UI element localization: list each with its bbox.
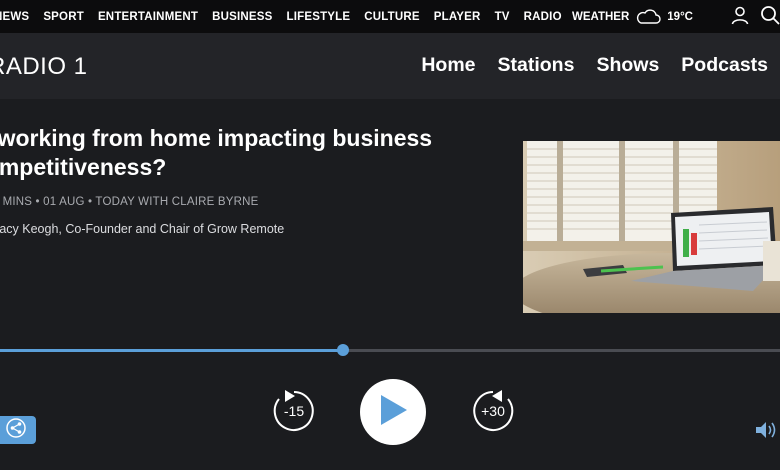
forward-label: +30 <box>481 403 505 419</box>
rewind-button[interactable]: -15 <box>271 388 317 434</box>
episode-guest: Tracy Keogh, Co-Founder and Chair of Gro… <box>0 222 285 236</box>
rewind-label: -15 <box>283 403 305 419</box>
site-header: RADIO 1 Home Stations Shows Podcasts <box>0 33 780 99</box>
nav-shows[interactable]: Shows <box>596 54 659 77</box>
nav-stations[interactable]: Stations <box>498 54 575 77</box>
top-nav-entertainment[interactable]: ENTERTAINMENT <box>98 11 198 23</box>
nav-podcasts[interactable]: Podcasts <box>681 54 768 77</box>
cloud-icon <box>635 8 661 25</box>
progress-handle[interactable] <box>337 344 350 356</box>
top-bar: NEWS SPORT ENTERTAINMENT BUSINESS LIFEST… <box>0 0 780 33</box>
user-icon[interactable] <box>730 5 750 30</box>
top-nav-lifestyle[interactable]: LIFESTYLE <box>286 11 350 23</box>
search-icon[interactable] <box>760 5 780 30</box>
laptop-on-table-image <box>523 141 780 313</box>
temperature: 19°C <box>667 10 693 23</box>
top-nav-news[interactable]: NEWS <box>0 11 29 23</box>
forward-button[interactable]: +30 <box>470 388 516 434</box>
top-icons <box>730 5 780 30</box>
share-icon <box>5 417 27 444</box>
weather-widget[interactable]: WEATHER 19°C <box>572 0 693 33</box>
top-nav-player[interactable]: PLAYER <box>434 11 481 23</box>
top-nav-radio[interactable]: RADIO <box>524 11 562 23</box>
nav-home[interactable]: Home <box>421 54 475 77</box>
main-nav: Home Stations Shows Podcasts <box>421 54 768 77</box>
volume-icon <box>754 422 778 444</box>
weather-label: WEATHER <box>572 10 630 23</box>
play-icon <box>377 393 409 432</box>
share-button[interactable] <box>0 416 36 444</box>
brand-logo[interactable]: RADIO 1 <box>0 53 88 81</box>
episode-title: Is working from home impacting business … <box>0 125 433 180</box>
progress-bar[interactable] <box>0 344 780 356</box>
top-nav-business[interactable]: BUSINESS <box>212 11 272 23</box>
top-nav: NEWS SPORT ENTERTAINMENT BUSINESS LIFEST… <box>0 11 576 23</box>
progress-fill <box>0 349 344 352</box>
top-nav-tv[interactable]: TV <box>495 11 510 23</box>
play-button[interactable] <box>360 379 426 445</box>
volume-button[interactable] <box>754 420 778 445</box>
episode-meta: 10 MINS • 01 AUG • TODAY WITH CLAIRE BYR… <box>0 196 259 208</box>
top-nav-culture[interactable]: CULTURE <box>364 11 420 23</box>
top-nav-sport[interactable]: SPORT <box>43 11 84 23</box>
